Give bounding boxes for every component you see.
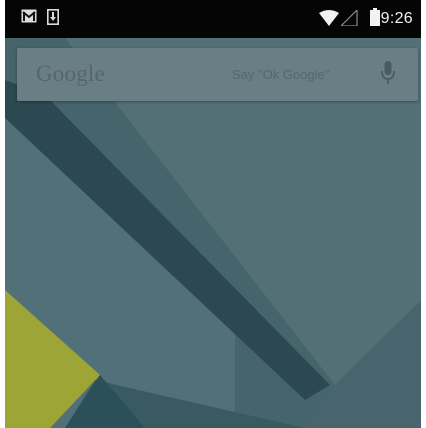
home-screen: 9:26 Google Say "Ok Google" bbox=[5, 0, 421, 428]
battery-icon bbox=[370, 8, 380, 31]
wifi-icon bbox=[319, 10, 339, 31]
google-search-bar[interactable]: Google Say "Ok Google" bbox=[17, 48, 418, 101]
download-icon[interactable] bbox=[47, 9, 59, 30]
gmail-icon[interactable] bbox=[21, 9, 37, 28]
google-logo: Google bbox=[36, 61, 105, 86]
mic-icon[interactable] bbox=[381, 61, 395, 90]
clock: 9:26 bbox=[380, 10, 413, 27]
status-bar: 9:26 bbox=[5, 0, 421, 38]
signal-icon bbox=[339, 8, 358, 31]
voice-search-hint: Say "Ok Google" bbox=[232, 67, 330, 82]
